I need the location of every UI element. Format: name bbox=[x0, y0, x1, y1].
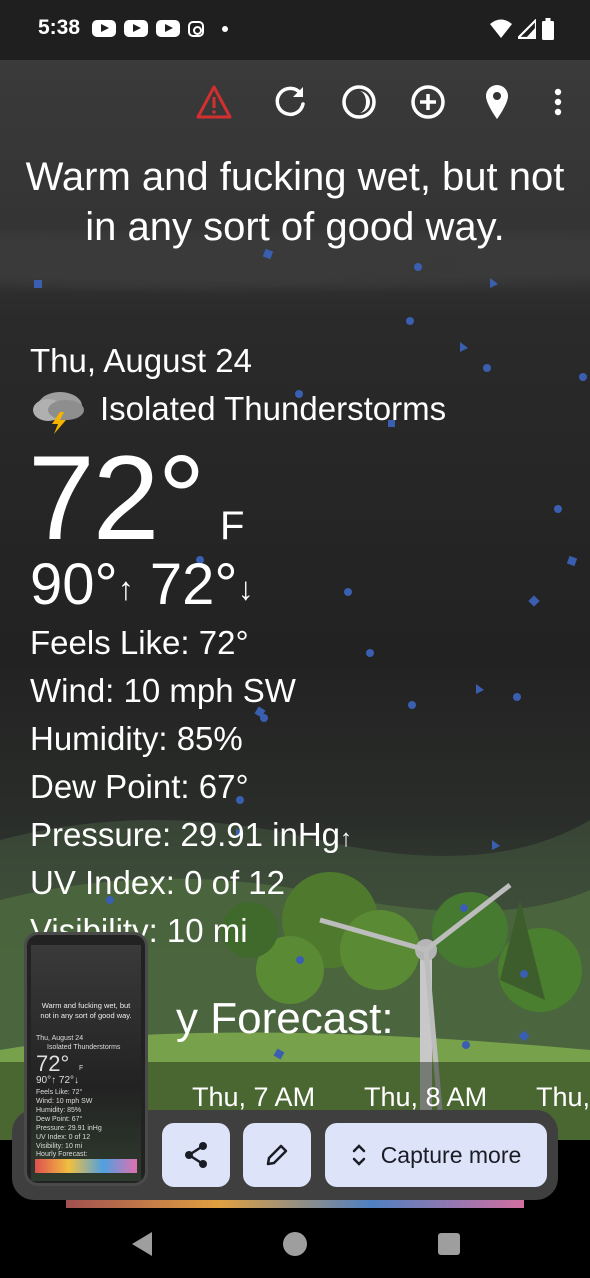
thumbnail-headline-line: not in any sort of good way. bbox=[40, 1011, 132, 1020]
thumbnail-hilo: 90°↑ 72°↓ bbox=[36, 1075, 80, 1086]
detail-feels-like: Feels Like: 72° bbox=[30, 624, 249, 661]
status-bar: 5:38 bbox=[0, 0, 590, 60]
thumbnail-detail: Dew Point: 67° bbox=[36, 1116, 83, 1123]
temperature-unit: F bbox=[220, 504, 245, 548]
weather-toolbar bbox=[190, 82, 580, 122]
hour-label: Thu, 7 AM bbox=[192, 1082, 316, 1112]
thumbnail-detail: Feels Like: 72° bbox=[36, 1089, 83, 1096]
system-icons bbox=[490, 18, 554, 40]
notification-icons bbox=[92, 20, 228, 37]
more-vert-icon[interactable] bbox=[538, 82, 578, 122]
thumbnail-condition: Isolated Thunderstorms bbox=[47, 1044, 121, 1051]
thumbnail-temperature: 72° bbox=[36, 1051, 70, 1076]
high-low-temperature: 90°↑ 72°↓ bbox=[30, 550, 254, 624]
youtube-icon bbox=[92, 20, 116, 37]
detail-dew-point: Dew Point: 67° bbox=[30, 768, 249, 805]
location-pin-icon[interactable] bbox=[477, 82, 517, 122]
dot-icon bbox=[222, 25, 228, 32]
thumbnail-detail: Visibility: 10 mi bbox=[36, 1143, 83, 1150]
thumbnail-detail: Humidity: 85% bbox=[36, 1107, 82, 1114]
weather-headline: Warm and fucking wet, but not in any sor… bbox=[25, 155, 565, 249]
detail-pressure: Pressure: 29.91 inHg bbox=[30, 816, 341, 853]
thumbnail-detail: UV Index: 0 of 12 bbox=[36, 1134, 91, 1141]
thumbnail-unit: F bbox=[79, 1065, 84, 1072]
status-time: 5:38 bbox=[38, 16, 81, 39]
hour-label: Thu, bbox=[536, 1082, 590, 1112]
thumbnail-hourly-strip bbox=[35, 1159, 137, 1173]
detail-uv-index: UV Index: 0 of 12 bbox=[30, 864, 285, 901]
expand-icon bbox=[352, 1144, 365, 1166]
low-temperature: 72° bbox=[149, 552, 238, 617]
battery-icon bbox=[542, 18, 554, 40]
refresh-icon[interactable] bbox=[270, 82, 310, 122]
high-temperature: 90° bbox=[30, 552, 118, 617]
screenshot-thumbnail[interactable]: Warm and fucking wet, but not in any sor… bbox=[24, 932, 148, 1186]
thumbnail-content: Warm and fucking wet, but not in any sor… bbox=[31, 945, 141, 1181]
thumbnail-headline: Warm and fucking wet, but not in any sor… bbox=[31, 1001, 141, 1021]
capture-more-button[interactable]: Capture more bbox=[325, 1123, 547, 1187]
hour-label: Thu, 8 AM bbox=[364, 1082, 488, 1112]
detail-wind: Wind: 10 mph SW bbox=[30, 672, 296, 709]
share-button[interactable] bbox=[162, 1123, 230, 1187]
hourly-forecast-title: y Forecast: bbox=[176, 994, 394, 1043]
screen: 5:38 Warm and fucking wet, but not in an… bbox=[0, 0, 590, 1278]
pressure-trend-icon: ↑ bbox=[340, 825, 353, 852]
down-arrow-icon: ↓ bbox=[237, 570, 254, 607]
thumbnail-date: Thu, August 24 bbox=[36, 1035, 84, 1042]
forecast-date: Thu, August 24 bbox=[30, 342, 252, 379]
up-arrow-icon: ↑ bbox=[117, 570, 134, 607]
current-temperature: 72° bbox=[28, 431, 205, 565]
add-location-icon[interactable] bbox=[408, 82, 448, 122]
thumbnail-detail: Wind: 10 mph SW bbox=[36, 1098, 93, 1105]
wifi-icon bbox=[490, 19, 512, 38]
signal-icon bbox=[518, 19, 536, 39]
detail-pressure-row: Pressure: 29.91 inHg↑ bbox=[30, 816, 352, 854]
thumbnail-detail: Pressure: 29.91 inHg bbox=[36, 1125, 102, 1132]
share-icon bbox=[185, 1142, 207, 1168]
back-icon[interactable] bbox=[128, 1230, 154, 1258]
warning-icon[interactable] bbox=[194, 82, 234, 122]
navigation-bar bbox=[0, 1208, 590, 1278]
edit-icon bbox=[266, 1144, 288, 1166]
detail-humidity: Humidity: 85% bbox=[30, 720, 243, 757]
edit-button[interactable] bbox=[243, 1123, 311, 1187]
capture-more-label: Capture more bbox=[380, 1141, 522, 1168]
thumbnail-headline-line: Warm and fucking wet, but bbox=[41, 1001, 131, 1010]
home-icon[interactable] bbox=[281, 1230, 309, 1258]
instagram-icon bbox=[188, 20, 204, 37]
underlying-content-strip bbox=[66, 1200, 524, 1208]
condition-text: Isolated Thunderstorms bbox=[100, 390, 447, 427]
thumbnail-forecast: Hourly Forecast: bbox=[36, 1151, 88, 1158]
recents-icon[interactable] bbox=[436, 1230, 462, 1258]
youtube-icon bbox=[124, 20, 148, 37]
theme-icon[interactable] bbox=[339, 82, 379, 122]
youtube-icon bbox=[156, 20, 180, 37]
